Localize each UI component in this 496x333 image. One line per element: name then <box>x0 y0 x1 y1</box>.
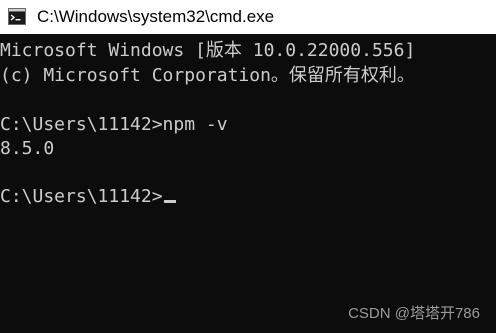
console-line: Microsoft Windows [版本 10.0.22000.556] <box>0 40 416 61</box>
watermark: CSDN @塔塔开786 <box>348 305 480 322</box>
cmd-window: C:\Windows\system32\cmd.exe Microsoft Wi… <box>0 0 496 333</box>
console-line: (c) Microsoft Corporation。保留所有权利。 <box>0 65 415 86</box>
title-bar[interactable]: C:\Windows\system32\cmd.exe <box>0 0 496 34</box>
console-line: C:\Users\11142>npm -v <box>0 114 228 135</box>
console-line: 8.5.0 <box>0 138 55 159</box>
cmd-icon[interactable] <box>8 8 26 25</box>
prompt-text: C:\Users\11142> <box>0 186 163 207</box>
console-output[interactable]: Microsoft Windows [版本 10.0.22000.556] (c… <box>0 34 496 333</box>
text-cursor <box>163 200 176 203</box>
window-title: C:\Windows\system32\cmd.exe <box>37 7 275 26</box>
prompt-line[interactable]: C:\Users\11142> <box>0 184 176 209</box>
